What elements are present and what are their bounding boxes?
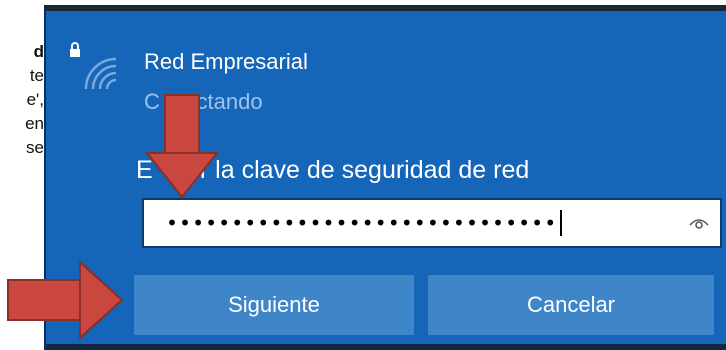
connection-status: C ctando	[144, 89, 263, 114]
reveal-password-eye-icon[interactable]	[688, 212, 710, 234]
doc-line: e',	[26, 90, 44, 109]
security-key-prompt: E ir la clave de seguridad de red	[136, 156, 530, 184]
lock-icon	[70, 42, 80, 57]
document-text-fragment: d te e', en se	[0, 40, 44, 160]
security-key-input[interactable]: ••••••••••••••••••••••••••••••	[142, 198, 722, 248]
wifi-connect-dialog: Red Empresarial C ctando E ir la clave d…	[44, 5, 726, 350]
taskbar-edge	[46, 344, 726, 350]
cancel-button[interactable]: Cancelar	[428, 275, 714, 335]
doc-line: se	[26, 138, 44, 157]
password-masked-value: ••••••••••••••••••••••••••••••	[166, 210, 563, 236]
network-name: Red Empresarial	[144, 49, 308, 74]
text-cursor	[560, 210, 563, 236]
doc-line: d	[33, 42, 44, 61]
doc-line: te	[29, 66, 44, 85]
doc-line: en	[25, 114, 44, 133]
wifi-secured-icon	[66, 37, 122, 93]
next-button[interactable]: Siguiente	[134, 275, 414, 335]
